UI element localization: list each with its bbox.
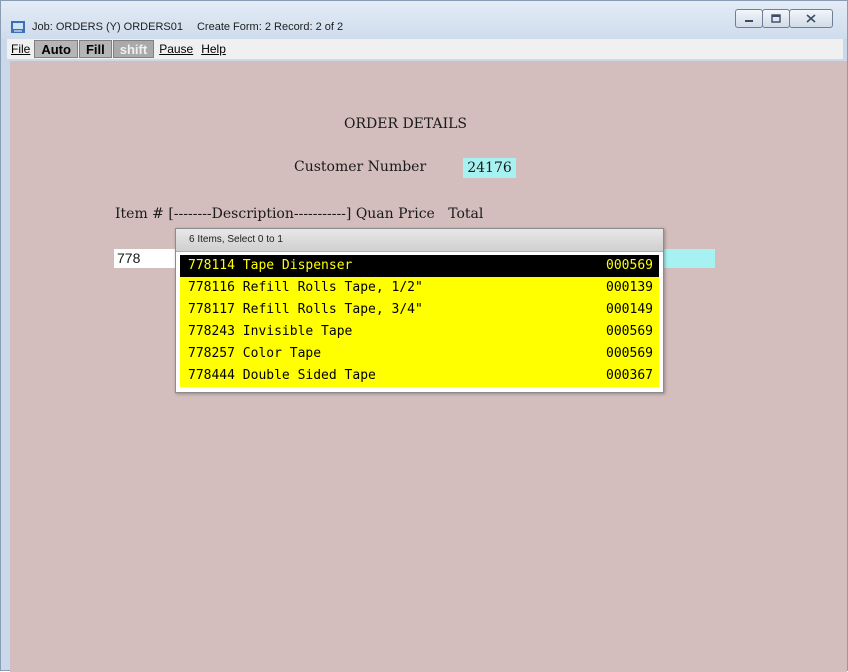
item-code: 778117 [188,302,235,317]
item-price: 000569 [606,324,653,339]
item-price: 000569 [606,346,653,361]
item-description: Color Tape [234,346,322,361]
maximize-icon [771,14,781,23]
close-button[interactable] [789,9,833,28]
title-form-status: Create Form: 2 Record: 2 of 2 [196,21,344,33]
item-code-description: 778116 Refill Rolls Tape, 1/2" [188,277,423,299]
item-description: Refill Rolls Tape, 1/2" [234,280,423,295]
total-field[interactable] [663,249,715,268]
form-heading: ORDER DETAILS [344,116,467,132]
item-description: Refill Rolls Tape, 3/4" [234,302,423,317]
item-selection-popup: 6 Items, Select 0 to 1 778114 Tape Dispe… [175,228,664,393]
item-code: 778243 [188,324,235,339]
menu-file[interactable]: File [7,42,34,56]
popup-list-item[interactable]: 778444 Double Sided Tape 000367 [180,365,659,387]
item-price: 000569 [606,258,653,273]
customer-number-label: Customer Number [294,159,427,175]
item-price: 000149 [606,302,653,317]
close-icon [806,14,816,23]
maximize-button[interactable] [762,9,790,28]
popup-list-item[interactable]: 778116 Refill Rolls Tape, 1/2" 000139 [180,277,659,299]
menu-pause[interactable]: Pause [155,42,197,56]
fill-mode-button[interactable]: Fill [78,40,112,58]
popup-list-item[interactable]: 778117 Refill Rolls Tape, 3/4" 000149 [180,299,659,321]
shift-mode-button[interactable]: shift [112,40,155,58]
minimize-button[interactable] [735,9,763,28]
item-code-description: 778114 Tape Dispenser [188,255,352,277]
item-description: Tape Dispenser [234,258,353,273]
popup-list-item[interactable]: 778114 Tape Dispenser 000569 [180,255,659,277]
window-controls [735,9,833,28]
title-job: Job: ORDERS (Y) ORDERS01 [32,21,183,33]
application-window: Job: ORDERS (Y) ORDERS01 Create Form: 2 R… [0,0,848,672]
item-code-description: 778117 Refill Rolls Tape, 3/4" [188,299,423,321]
popup-list-item[interactable]: 778243 Invisible Tape 000569 [180,321,659,343]
item-code-description: 778243 Invisible Tape [188,321,352,343]
item-price: 000367 [606,368,653,383]
menu-help[interactable]: Help [197,42,230,56]
customer-number-field[interactable]: 24176 [463,158,516,178]
item-code-description: 778257 Color Tape [188,343,321,365]
app-icon [11,21,25,33]
item-code: 778257 [188,346,235,361]
item-price: 000139 [606,280,653,295]
auto-mode-button[interactable]: Auto [34,40,78,58]
item-code: 778116 [188,280,235,295]
line-item-column-header: Item # [--------Description-----------] … [115,206,484,222]
popup-list: 778114 Tape Dispenser 000569 778116 Refill… [180,255,659,387]
item-code-description: 778444 Double Sided Tape [188,365,376,387]
item-number-input[interactable]: 778 [114,249,181,268]
item-description: Invisible Tape [234,324,353,339]
title-bar[interactable]: Job: ORDERS (Y) ORDERS01 Create Form: 2 R… [1,1,847,39]
item-description: Double Sided Tape [234,368,376,383]
popup-header: 6 Items, Select 0 to 1 [176,229,663,252]
menu-bar: File Auto Fill shift Pause Help [7,39,843,60]
popup-list-item[interactable]: 778257 Color Tape 000569 [180,343,659,365]
minimize-icon [745,19,753,22]
window-title: Job: ORDERS (Y) ORDERS01 Create Form: 2 R… [32,21,343,33]
item-code: 778114 [188,258,235,273]
item-code: 778444 [188,368,235,383]
